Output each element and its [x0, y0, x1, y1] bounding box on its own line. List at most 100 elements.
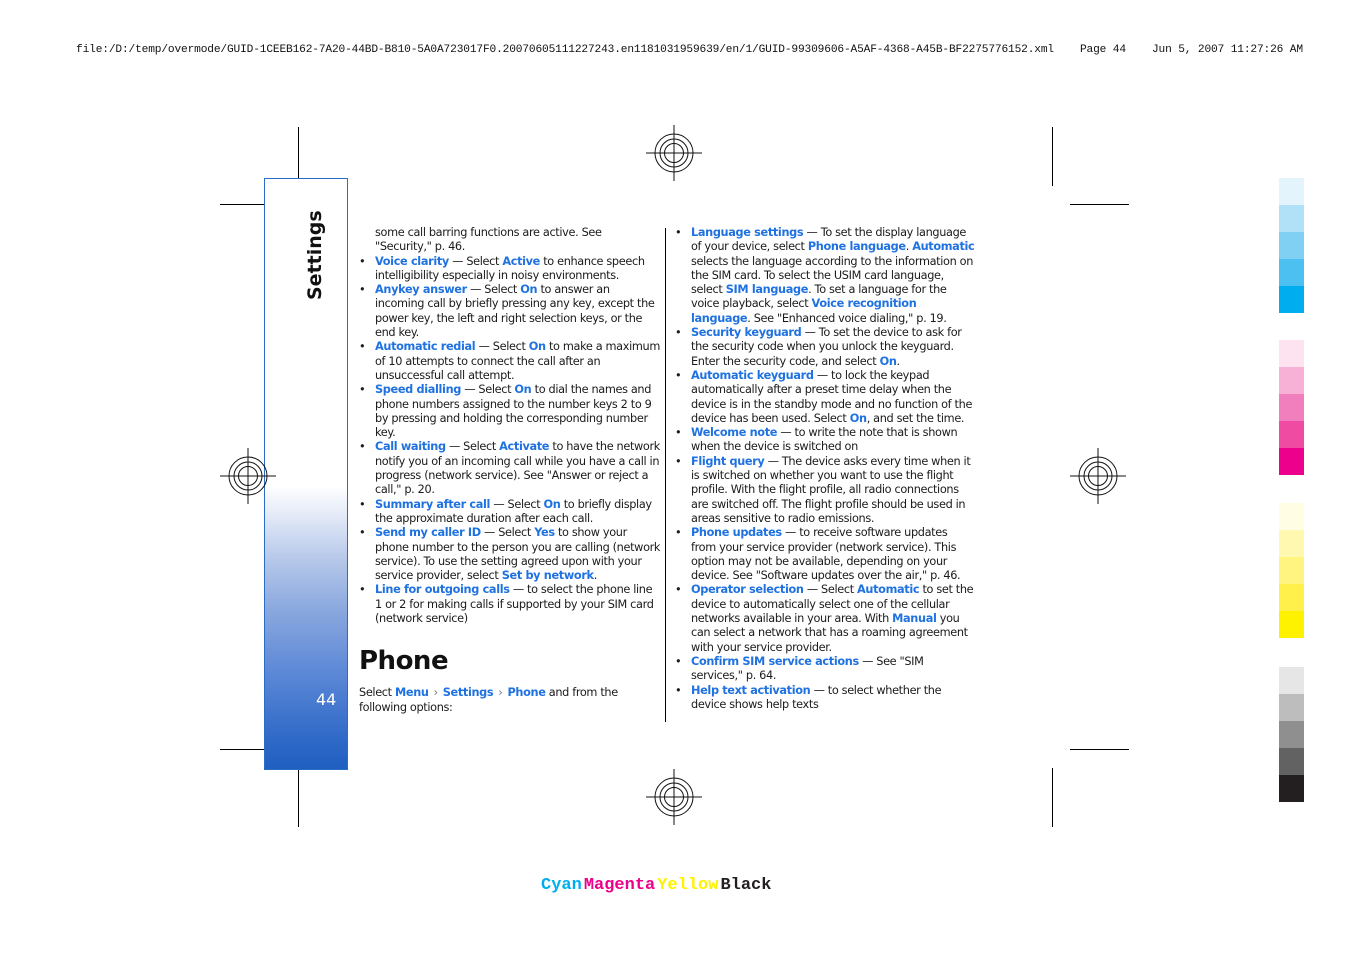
option-term: Phone updates	[691, 526, 782, 540]
list-item: Send my caller ID — Select Yes to show y…	[359, 526, 661, 583]
option-term: Language settings	[691, 226, 804, 239]
yellow-swatch	[1279, 530, 1304, 557]
option-term: Summary after call	[375, 497, 491, 511]
cmyk-label-magenta: Magenta	[583, 876, 656, 895]
path-menu: Menu	[395, 686, 429, 700]
crop-mark	[1052, 768, 1053, 827]
list-item: Anykey answer — Select On to answer an i…	[359, 283, 661, 340]
continuation-text: some call barring functions are active. …	[375, 226, 602, 254]
option-term: Welcome note	[691, 426, 778, 440]
option-description: — Select	[480, 526, 535, 540]
option-description: .	[896, 354, 901, 368]
option-term: Automatic redial	[375, 340, 476, 354]
yellow-swatch	[1279, 611, 1304, 638]
option-keyword: Phone language	[807, 240, 906, 254]
list-item: Automatic redial — Select On to make a m…	[359, 340, 661, 383]
magenta-swatch	[1279, 448, 1304, 475]
option-description: — Select	[445, 440, 500, 454]
cyan-swatch	[1279, 259, 1304, 286]
magenta-swatch	[1279, 367, 1304, 394]
option-term: Operator selection	[691, 583, 804, 597]
chevron-right-icon: ›	[433, 686, 439, 700]
option-keyword: Automatic	[912, 240, 975, 254]
list-item: Call waiting — Select Activate to have t…	[359, 440, 661, 497]
column-divider	[665, 228, 666, 722]
option-term: Send my caller ID	[375, 526, 481, 540]
option-term: Help text activation	[691, 683, 811, 697]
option-description: .	[593, 569, 598, 583]
list-item: Summary after call — Select On to briefl…	[359, 498, 661, 527]
magenta-swatch	[1279, 421, 1304, 448]
path-settings: Settings	[442, 686, 494, 700]
option-keyword: On	[514, 383, 532, 397]
page-label: Page 44	[1079, 44, 1126, 56]
option-keyword: Automatic	[857, 583, 920, 597]
cyan-swatch	[1279, 205, 1304, 232]
list-item: Flight query — The device asks every tim…	[675, 455, 975, 526]
cmyk-label-cyan: Cyan	[541, 876, 582, 895]
registration-mark-icon	[1070, 448, 1126, 504]
option-term: Automatic keyguard	[691, 368, 814, 382]
option-description: . See "Enhanced voice dialing," p. 19.	[747, 311, 947, 325]
crop-mark	[1070, 204, 1129, 205]
option-description: — Select	[461, 383, 515, 397]
section-side-title: Settings	[304, 210, 326, 300]
option-description: , and set the time.	[866, 411, 965, 425]
option-term: Anykey answer	[375, 283, 467, 297]
list-item: Operator selection — Select Automatic to…	[675, 583, 975, 654]
crop-mark	[1070, 749, 1129, 750]
list-item: Line for outgoing calls — to select the …	[359, 583, 661, 626]
option-keyword: On	[879, 354, 897, 368]
option-term: Call waiting	[375, 440, 446, 454]
black-swatch	[1279, 694, 1304, 721]
option-term: Speed dialling	[375, 383, 461, 397]
option-term: Flight query	[691, 454, 765, 468]
magenta-swatch	[1279, 394, 1304, 421]
option-keyword: On	[528, 340, 546, 354]
list-item: Help text activation — to select whether…	[675, 684, 975, 713]
yellow-swatch	[1279, 584, 1304, 611]
option-keyword: Yes	[534, 526, 555, 540]
option-term: Confirm SIM service actions	[691, 654, 859, 668]
option-keyword: Manual	[892, 612, 937, 626]
print-timestamp: Jun 5, 2007 11:27:26 AM	[1151, 44, 1303, 56]
option-description: — Select	[448, 254, 503, 268]
cmyk-label-yellow: Yellow	[657, 876, 719, 895]
list-item: Automatic keyguard — to lock the keypad …	[675, 369, 975, 426]
cyan-swatch	[1279, 178, 1304, 205]
right-column: Language settings — To set the display l…	[675, 226, 975, 712]
option-description: — Select	[803, 583, 858, 597]
black-swatch	[1279, 667, 1304, 694]
black-swatch	[1279, 721, 1304, 748]
option-keyword: Active	[502, 254, 540, 268]
cmyk-label: Cyan Magenta Yellow Black	[541, 876, 773, 895]
list-item: Language settings — To set the display l…	[675, 226, 975, 326]
option-keyword: Set by network	[501, 569, 594, 583]
page-number: 44	[316, 690, 337, 709]
option-keyword: On	[849, 411, 867, 425]
option-description: — Select	[466, 283, 521, 297]
crop-mark	[1052, 127, 1053, 186]
list-item: Welcome note — to write the note that is…	[675, 426, 975, 455]
registration-mark-icon	[646, 125, 702, 181]
list-item: Speed dialling — Select On to dial the n…	[359, 383, 661, 440]
magenta-swatch	[1279, 340, 1304, 367]
option-keyword: Activate	[499, 440, 550, 454]
black-swatch	[1279, 748, 1304, 775]
cmyk-label-black: Black	[720, 876, 772, 895]
cyan-swatch	[1279, 286, 1304, 313]
registration-mark-icon	[646, 769, 702, 825]
option-term: Line for outgoing calls	[375, 583, 510, 597]
chevron-right-icon: ›	[498, 686, 503, 700]
list-item: Security keyguard — To set the device to…	[675, 326, 975, 369]
option-keyword: On	[520, 283, 538, 297]
option-description: — Select	[475, 340, 529, 354]
settings-option-list: Language settings — To set the display l…	[675, 226, 975, 712]
yellow-swatch	[1279, 557, 1304, 584]
option-term: Voice clarity	[375, 254, 449, 268]
path-phone: Phone	[507, 686, 546, 700]
menu-path-instruction: Select Menu › Settings › Phone and from the …	[359, 686, 661, 715]
crop-mark	[298, 768, 299, 827]
print-header: file:/D:/temp/overmode/GUID-1CEEB162-7A2…	[76, 44, 1303, 56]
black-swatch	[1279, 775, 1304, 802]
